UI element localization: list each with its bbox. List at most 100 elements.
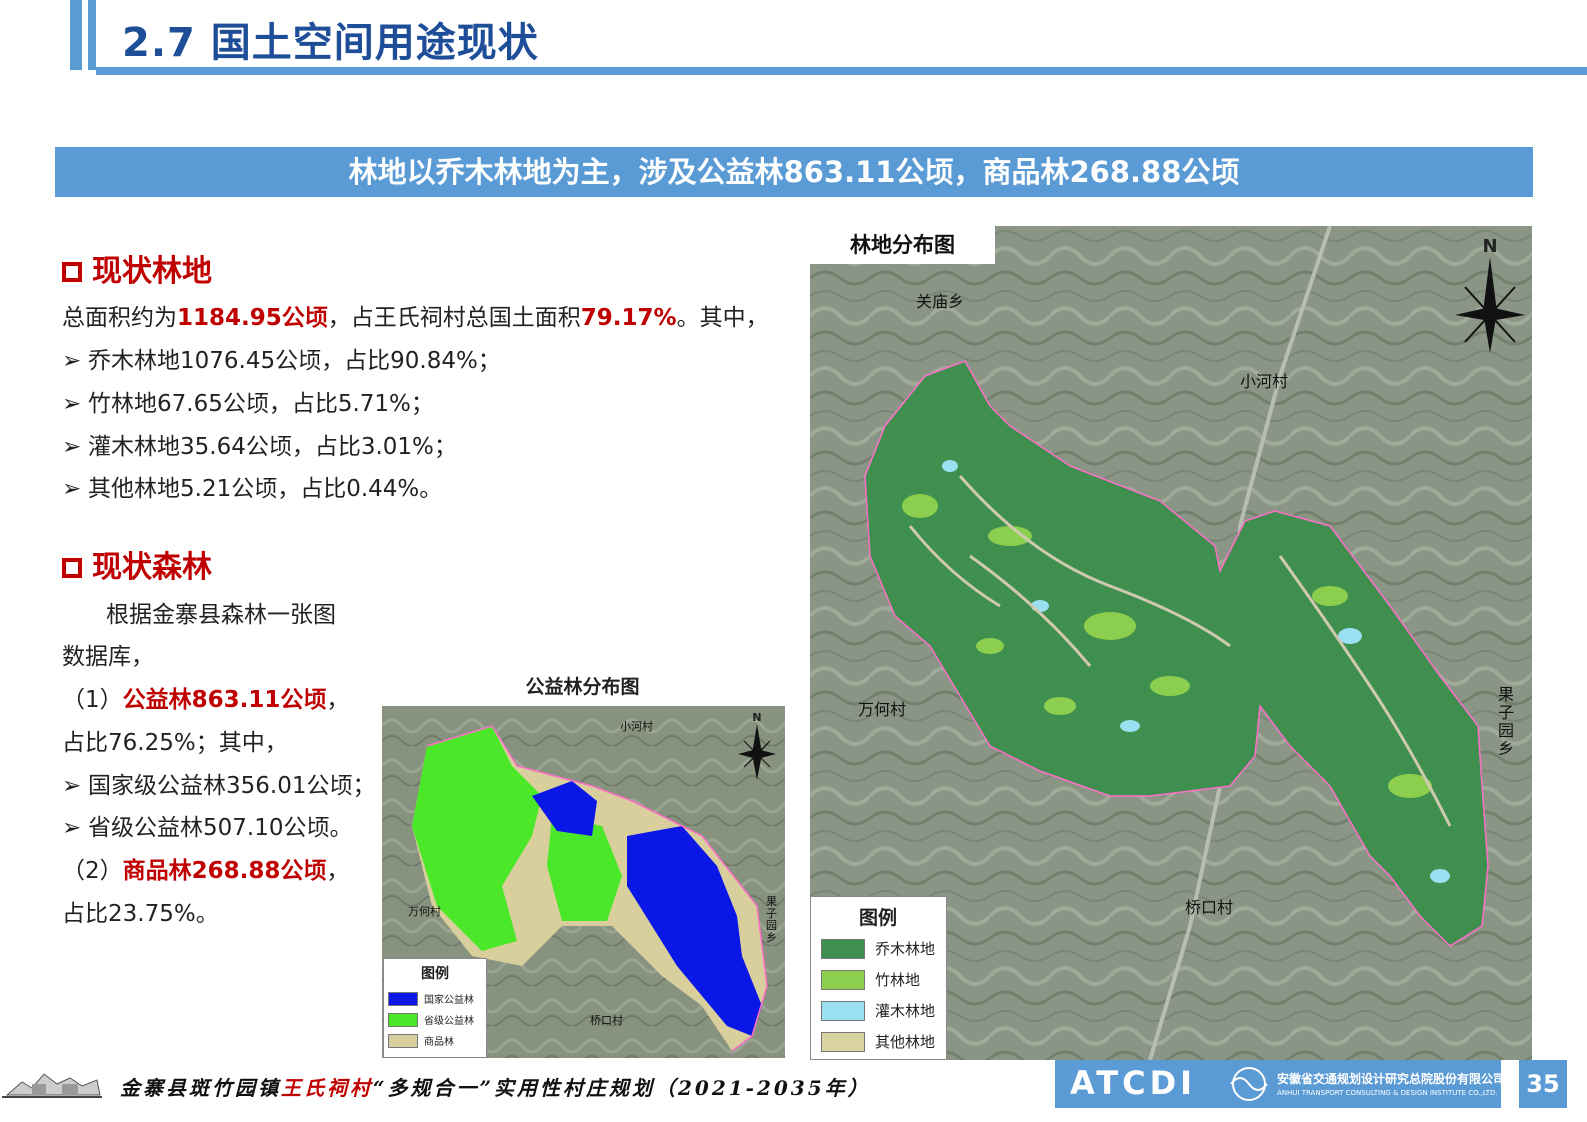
forest-land-summary: 总面积约为1184.95公顷，占王氏祠村总国土面积79.17%。其中， bbox=[62, 298, 769, 332]
section-heading-forest: 现状森林 bbox=[62, 542, 212, 586]
list-item: ➢ 其他林地5.21公顷，占比0.44%。 bbox=[62, 469, 442, 503]
list-item-text: 省级公益林507.10公顷。 bbox=[88, 815, 353, 841]
legend-swatch bbox=[388, 1033, 418, 1048]
total-area: 1184.95公顷 bbox=[177, 305, 328, 331]
item-number: （1） bbox=[62, 687, 123, 713]
legend-item: 商品林 bbox=[388, 1033, 486, 1048]
large-map-legend: 图例 乔木林地 竹林地 灌木林地 其他林地 bbox=[810, 896, 947, 1060]
legend-swatch bbox=[388, 991, 418, 1006]
footer-part: 金寨县斑竹园镇 bbox=[120, 1076, 281, 1100]
list-item-text: 其他林地5.21公顷，占比0.44%。 bbox=[88, 476, 443, 502]
list-item-text: 竹林地67.65公顷，占比5.71%； bbox=[88, 391, 434, 417]
footer-village-name: 王氏祠村 bbox=[281, 1076, 373, 1100]
legend-item: 国家公益林 bbox=[388, 991, 486, 1006]
place-label: 万何村 bbox=[408, 905, 441, 918]
place-label: 小河村 bbox=[1240, 372, 1289, 391]
small-map-title: 公益林分布图 bbox=[525, 676, 640, 698]
arrow-bullet-icon: ➢ bbox=[62, 434, 82, 460]
list-item: ➢ 国家级公益林356.01公顷； bbox=[62, 766, 375, 800]
legend-label: 灌木林地 bbox=[875, 1002, 936, 1020]
place-label: 桥口村 bbox=[590, 1014, 623, 1027]
arrow-bullet-icon: ➢ bbox=[62, 773, 82, 799]
section-heading-text: 现状林地 bbox=[92, 254, 212, 289]
section-heading-text: 现状森林 bbox=[92, 550, 212, 585]
legend-swatch bbox=[388, 1012, 418, 1027]
large-map-title: 林地分布图 bbox=[810, 226, 995, 264]
legend-swatch bbox=[821, 1000, 865, 1021]
list-item: ➢ 竹林地67.65公顷，占比5.71%； bbox=[62, 384, 434, 418]
section-heading-forest-land: 现状林地 bbox=[62, 246, 212, 290]
place-label: 桥口村 bbox=[1185, 898, 1234, 917]
village-sketch-logo bbox=[2, 1073, 102, 1098]
arrow-bullet-icon: ➢ bbox=[62, 815, 82, 841]
forest-text-line: 占比76.25%；其中， bbox=[62, 730, 288, 756]
public-forest-map: 小河村 万何村 果子园乡 桥口村 N 图例 国家公益林 省级公益林 商品林 bbox=[382, 706, 785, 1058]
legend-swatch bbox=[821, 969, 865, 990]
north-label: N bbox=[1482, 236, 1498, 257]
legend-title: 图例 bbox=[421, 966, 449, 982]
list-item: ➢ 灌木林地35.64公顷，占比3.01%； bbox=[62, 427, 457, 461]
legend-label: 竹林地 bbox=[875, 971, 921, 989]
forest-land-map: 林地分布图 关庙乡 小河村 万何村 果子园乡 桥口村 N 图例 乔木林地 竹林地… bbox=[810, 226, 1532, 1060]
legend-label: 商品林 bbox=[424, 1037, 454, 1048]
company-logo-text: ATCDI bbox=[1070, 1064, 1197, 1102]
place-label: 万何村 bbox=[858, 700, 907, 719]
list-item-text: 灌木林地35.64公顷，占比3.01%； bbox=[88, 434, 457, 460]
legend-item: 其他林地 bbox=[821, 1031, 946, 1052]
legend-label: 国家公益林 bbox=[424, 995, 474, 1006]
summary-suffix: 。其中， bbox=[676, 305, 769, 331]
company-name-en: ANHUI TRANSPORT CONSULTING & DESIGN INST… bbox=[1277, 1089, 1498, 1097]
summary-banner: 林地以乔木林地为主，涉及公益林863.11公顷，商品林268.88公顷 bbox=[55, 147, 1533, 197]
legend-item: 乔木林地 bbox=[821, 938, 946, 959]
commercial-forest-area: 商品林268.88公顷 bbox=[122, 858, 327, 884]
legend-title: 图例 bbox=[859, 907, 898, 929]
legend-item: 竹林地 bbox=[821, 969, 946, 990]
legend-item: 省级公益林 bbox=[388, 1012, 486, 1027]
compass-rose-icon bbox=[738, 724, 776, 780]
company-name-cn: 安徽省交通规划设计研究总院股份有限公司 bbox=[1277, 1072, 1506, 1086]
forest-public-line: （1）公益林863.11公顷， bbox=[62, 680, 349, 714]
list-item: ➢ 省级公益林507.10公顷。 bbox=[62, 808, 352, 842]
legend-label: 其他林地 bbox=[875, 1033, 936, 1051]
arrow-bullet-icon: ➢ bbox=[62, 348, 82, 374]
total-ratio: 79.17% bbox=[580, 305, 677, 331]
company-logo-banner: ATCDI 安徽省交通规划设计研究总院股份有限公司 ANHUI TRANSPOR… bbox=[1055, 1060, 1505, 1108]
legend-swatch bbox=[821, 938, 865, 959]
forest-text-line: 根据金寨县森林一张图 bbox=[106, 602, 336, 628]
item-number: （2） bbox=[62, 858, 123, 884]
compass-icon: N bbox=[1455, 236, 1525, 356]
checkbox-bullet-icon bbox=[62, 558, 82, 578]
footer-part: “多规合一”实用性村庄规划（2021-2035年） bbox=[373, 1076, 871, 1100]
header-underline bbox=[96, 67, 1587, 75]
company-logo-icon bbox=[1230, 1067, 1268, 1101]
page-number: 35 bbox=[1519, 1060, 1567, 1108]
checkbox-bullet-icon bbox=[62, 262, 82, 282]
legend-item: 灌木林地 bbox=[821, 1000, 946, 1021]
place-label: 果子园乡 bbox=[766, 895, 777, 944]
header-accent-bar bbox=[88, 0, 96, 70]
list-item-text: 国家级公益林356.01公顷； bbox=[88, 773, 376, 799]
compass-icon: N bbox=[738, 711, 776, 781]
legend-label: 乔木林地 bbox=[875, 940, 936, 958]
place-label: 小河村 bbox=[620, 720, 653, 733]
place-label: 果子园乡 bbox=[1498, 685, 1515, 758]
punct: ， bbox=[326, 687, 350, 713]
public-forest-area: 公益林863.11公顷 bbox=[122, 687, 327, 713]
forest-commercial-line: （2）商品林268.88公顷， bbox=[62, 851, 349, 885]
arrow-bullet-icon: ➢ bbox=[62, 391, 82, 417]
legend-label: 省级公益林 bbox=[424, 1016, 474, 1027]
legend-swatch bbox=[821, 1031, 865, 1052]
small-map-legend: 图例 国家公益林 省级公益林 商品林 bbox=[383, 958, 487, 1058]
summary-prefix: 总面积约为 bbox=[62, 305, 177, 331]
arrow-bullet-icon: ➢ bbox=[62, 476, 82, 502]
list-item-text: 乔木林地1076.45公顷，占比90.84%； bbox=[88, 348, 501, 374]
list-item: ➢ 乔木林地1076.45公顷，占比90.84%； bbox=[62, 341, 501, 375]
forest-text-line: 占比23.75%。 bbox=[62, 901, 219, 927]
footer-project-title: 金寨县斑竹园镇王氏祠村“多规合一”实用性村庄规划（2021-2035年） bbox=[120, 1072, 871, 1101]
place-label: 关庙乡 bbox=[916, 292, 965, 311]
forest-text-line: 数据库， bbox=[62, 644, 154, 670]
punct: ， bbox=[326, 858, 350, 884]
compass-rose-icon bbox=[1455, 257, 1525, 353]
north-label: N bbox=[752, 711, 762, 724]
summary-mid: ，占王氏祠村总国土面积 bbox=[327, 305, 581, 331]
